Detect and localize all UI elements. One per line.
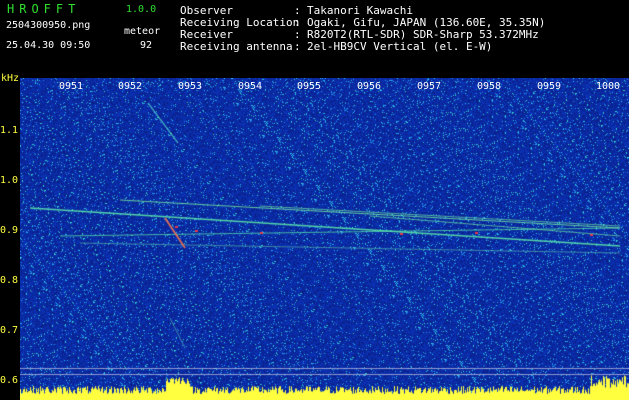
location-value: Ogaki, Gifu, JAPAN (136.60E, 35.35N) xyxy=(307,16,546,29)
file-name: 2504300950.png xyxy=(6,20,91,31)
x-tick-0957: 0957 xyxy=(417,81,442,92)
y-tick-0-7: 0.7 xyxy=(0,325,19,336)
x-tick-0953: 0953 xyxy=(178,81,203,92)
x-tick-0958: 0958 xyxy=(477,81,502,92)
x-tick-1000: 1000 xyxy=(596,81,621,92)
meteor-count: 92 xyxy=(140,40,153,51)
x-tick-0959: 0959 xyxy=(537,81,562,92)
y-tick-1-1: 1.1 xyxy=(0,125,19,136)
hrofft-screen: HROFFT 1.0.0 2504300950.png meteor 25.04… xyxy=(0,0,629,400)
observer-value: Takanori Kawachi xyxy=(307,4,413,17)
app-version: 1.0.0 xyxy=(126,4,157,15)
antenna-sep: : xyxy=(294,40,301,53)
receiver-value: R820T2(RTL-SDR) SDR-Sharp 53.372MHz xyxy=(307,28,539,41)
observer-sep: : xyxy=(294,4,301,17)
x-tick-0954: 0954 xyxy=(238,81,263,92)
x-tick-0951: 0951 xyxy=(59,81,84,92)
location-label: Receiving Location xyxy=(180,16,300,29)
y-tick-0-8: 0.8 xyxy=(0,275,19,286)
frequency-unit: kHz xyxy=(1,73,20,84)
y-tick-0-6: 0.6 xyxy=(0,375,19,386)
x-tick-0956: 0956 xyxy=(357,81,382,92)
spectrogram-plot xyxy=(20,78,629,400)
y-tick-0-9: 0.9 xyxy=(0,225,19,236)
antenna-value: 2el-HB9CV Vertical (el. E-W) xyxy=(307,40,493,53)
receiver-label: Receiver xyxy=(180,28,233,41)
x-tick-0952: 0952 xyxy=(118,81,143,92)
receiver-sep: : xyxy=(294,28,301,41)
meteor-label: meteor xyxy=(124,26,161,37)
location-sep: : xyxy=(294,16,301,29)
antenna-label: Receiving antenna xyxy=(180,40,293,53)
app-brand: HROFFT xyxy=(7,2,81,16)
capture-datetime: 25.04.30 09:50 xyxy=(6,40,91,51)
y-tick-1-0: 1.0 xyxy=(0,175,19,186)
observer-label: Observer xyxy=(180,4,233,17)
x-tick-0955: 0955 xyxy=(297,81,322,92)
